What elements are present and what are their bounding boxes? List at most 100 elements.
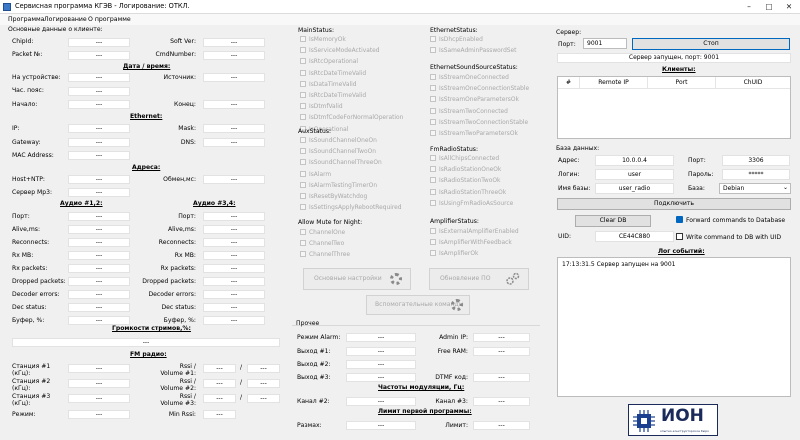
close-button[interactable]: ✕ xyxy=(780,0,798,14)
station1-value: --- xyxy=(68,364,130,373)
menu-about[interactable]: О программе xyxy=(88,16,131,23)
connect-button[interactable]: Подключить xyxy=(557,198,791,210)
col-chuid[interactable]: ChUID xyxy=(716,77,790,89)
checkbox-checked-icon xyxy=(676,216,683,223)
mute-checkbox[interactable]: ChannelOne xyxy=(300,229,345,237)
ethsound-checkbox[interactable]: IsStreamTwoConnectionStable xyxy=(430,118,528,127)
stop-server-button[interactable]: Стоп xyxy=(632,38,790,50)
auxstatus-checkbox[interactable]: IsAlarm xyxy=(300,170,331,179)
ethsound-checkbox[interactable]: IsStreamOneParametersOk xyxy=(430,96,519,104)
audio12-value: --- xyxy=(68,290,130,299)
col-num[interactable]: # xyxy=(558,77,580,89)
ethstatus-checkbox[interactable]: IsDhcpEnabled xyxy=(430,36,483,44)
audio-label-left: Rx MB: xyxy=(12,252,34,259)
mute-label: ChannelThree xyxy=(309,252,351,258)
ethsound-label: IsStreamOneConnected xyxy=(439,75,509,81)
station3-value: --- xyxy=(68,394,130,403)
checkbox-icon xyxy=(430,107,436,114)
ethsound-label: IsStreamTwoConnected xyxy=(439,108,508,115)
forward-checkbox[interactable]: Forward commands to Database xyxy=(676,216,785,225)
fmradio-checkbox[interactable]: IsAllChipsConnected xyxy=(430,155,499,163)
mainstatus-checkbox[interactable]: IsDataTimeValid xyxy=(300,80,356,89)
audio-label-right: Dropped packets: xyxy=(142,278,196,285)
uid-input[interactable]: CE44C880 xyxy=(595,231,674,242)
fm-title: FM радио: xyxy=(130,351,167,358)
audio12-value: --- xyxy=(68,225,130,234)
adminip-label: Admin IP: xyxy=(439,334,468,341)
col-remote-ip[interactable]: Remote IP xyxy=(580,77,648,89)
app-icon xyxy=(3,3,11,11)
log-textbox[interactable]: 17:13:31.5 Сервер запущен на 9001 xyxy=(557,257,791,397)
db-base-select[interactable]: Debian ⌄ xyxy=(719,183,791,194)
auxstatus-checkbox[interactable]: IsSoundChannelOneOn xyxy=(300,137,377,145)
menu-logging[interactable]: Логирование xyxy=(44,16,87,23)
freeram-value: --- xyxy=(473,347,530,356)
mute-checkbox[interactable]: ChannelTwo xyxy=(300,240,344,248)
auxstatus-checkbox[interactable]: IsSoundChannelTwoOn xyxy=(300,148,376,156)
db-port-input[interactable]: 3306 xyxy=(722,155,790,166)
amp-checkbox[interactable]: IsExternalAmplifierEnabled xyxy=(430,228,519,236)
adminip-value: --- xyxy=(473,333,530,342)
device-time-value: --- xyxy=(68,73,130,82)
checkbox-icon xyxy=(300,114,306,121)
auxstatus-checkbox[interactable]: IsSoundChannelThreeOn xyxy=(300,159,382,167)
basic-settings-button[interactable]: Основные настройки xyxy=(303,268,411,290)
db-address-input[interactable]: 10.0.0.4 xyxy=(595,155,674,166)
mainstatus-checkbox[interactable]: IsDtmfValid xyxy=(300,103,343,111)
ethstatus-checkbox[interactable]: IsSameAdminPasswordSet xyxy=(430,47,516,55)
amp-checkbox[interactable]: IsAmplifierOk xyxy=(430,250,478,258)
db-password-input[interactable]: ***** xyxy=(722,169,790,180)
mainstatus-label: IsDtmfValid xyxy=(309,104,343,111)
mute-checkbox[interactable]: ChannelThree xyxy=(300,251,350,259)
dtmf-label: DTMF код: xyxy=(435,374,468,381)
fmradio-checkbox[interactable]: IsRadioStationOneOk xyxy=(430,166,501,174)
maximize-button[interactable]: □ xyxy=(760,0,778,14)
db-name-input[interactable]: user_radio xyxy=(595,183,674,194)
ethsound-checkbox[interactable]: IsStreamOneConnectionStable xyxy=(430,85,529,93)
auxstatus-checkbox[interactable]: IsSettingsApplyRebootRequired xyxy=(300,204,402,212)
mainstatus-checkbox[interactable]: IsRtcDateTimeValid xyxy=(300,92,366,100)
fmradio-checkbox[interactable]: IsRadioStationTwoOk xyxy=(430,177,500,185)
clients-table[interactable]: # Remote IP Port ChUID xyxy=(557,76,791,139)
col-port[interactable]: Port xyxy=(648,77,716,89)
audio12-value: --- xyxy=(68,277,130,286)
update-firmware-button[interactable]: Обновление ПО xyxy=(429,268,529,290)
server-title: Сервер: xyxy=(556,29,582,36)
mainstatus-checkbox[interactable]: IsRtcDateTimeValid xyxy=(300,69,366,78)
server-port-input[interactable] xyxy=(583,38,627,49)
ethsound-checkbox[interactable]: IsStreamTwoConnected xyxy=(430,107,508,116)
ethsound-checkbox[interactable]: IsStreamOneConnected xyxy=(430,74,509,82)
packet-label: Packet №: xyxy=(12,51,43,58)
sizes-label: Размах: xyxy=(297,422,322,429)
fmradio-checkbox[interactable]: IsRadioStationThreeOk xyxy=(430,188,506,197)
mainstatus-checkbox[interactable]: IsServiceModeActivated xyxy=(300,47,380,55)
update-firmware-label: Обновление ПО xyxy=(440,275,491,282)
audio12-title: Аудио #1,2: xyxy=(60,200,103,207)
checkbox-icon xyxy=(430,36,436,42)
checkbox-icon xyxy=(300,69,306,76)
aux-commands-button[interactable]: Вспомогательные команды xyxy=(366,295,470,315)
mainstatus-checkbox[interactable]: IsRtcOperational xyxy=(300,58,358,66)
audio34-value: --- xyxy=(203,238,265,247)
exchange-label: Обмен,мс: xyxy=(163,176,196,183)
mainstatus-checkbox[interactable]: IsMemoryOk xyxy=(300,36,346,44)
volume1-value: --- xyxy=(247,364,280,373)
auxstatus-checkbox[interactable]: IsResetByWatchdog xyxy=(300,193,367,201)
db-login-input[interactable]: user xyxy=(595,169,674,180)
audio-label-left: Буфер, %: xyxy=(12,317,45,324)
mainstatus-checkbox[interactable]: IsDtmfCodeForNormalOperation xyxy=(300,114,403,122)
audio-label-left: Alive,ms: xyxy=(12,226,41,233)
modulation-title: Частоты модуляции, Гц: xyxy=(378,384,465,391)
fmradio-checkbox[interactable]: IsUsingFmRadioAsSource xyxy=(430,199,513,208)
minimize-button[interactable]: – xyxy=(740,0,758,14)
write-uid-checkbox[interactable]: Write command to DB with UID xyxy=(676,233,781,242)
ip-label: IP: xyxy=(12,125,20,132)
menu-program[interactable]: Программа xyxy=(8,16,44,23)
auxstatus-checkbox[interactable]: IsAlarmTestingTimerOn xyxy=(300,181,377,190)
amp-checkbox[interactable]: IsAmplifierWithFeedback xyxy=(430,239,512,247)
clear-db-button[interactable]: Clear DB xyxy=(575,215,651,227)
ethsound-checkbox[interactable]: IsStreamTwoParametersOk xyxy=(430,130,518,138)
checkbox-icon xyxy=(300,251,306,257)
mode-value: --- xyxy=(68,410,130,419)
checkbox-icon xyxy=(430,155,436,161)
